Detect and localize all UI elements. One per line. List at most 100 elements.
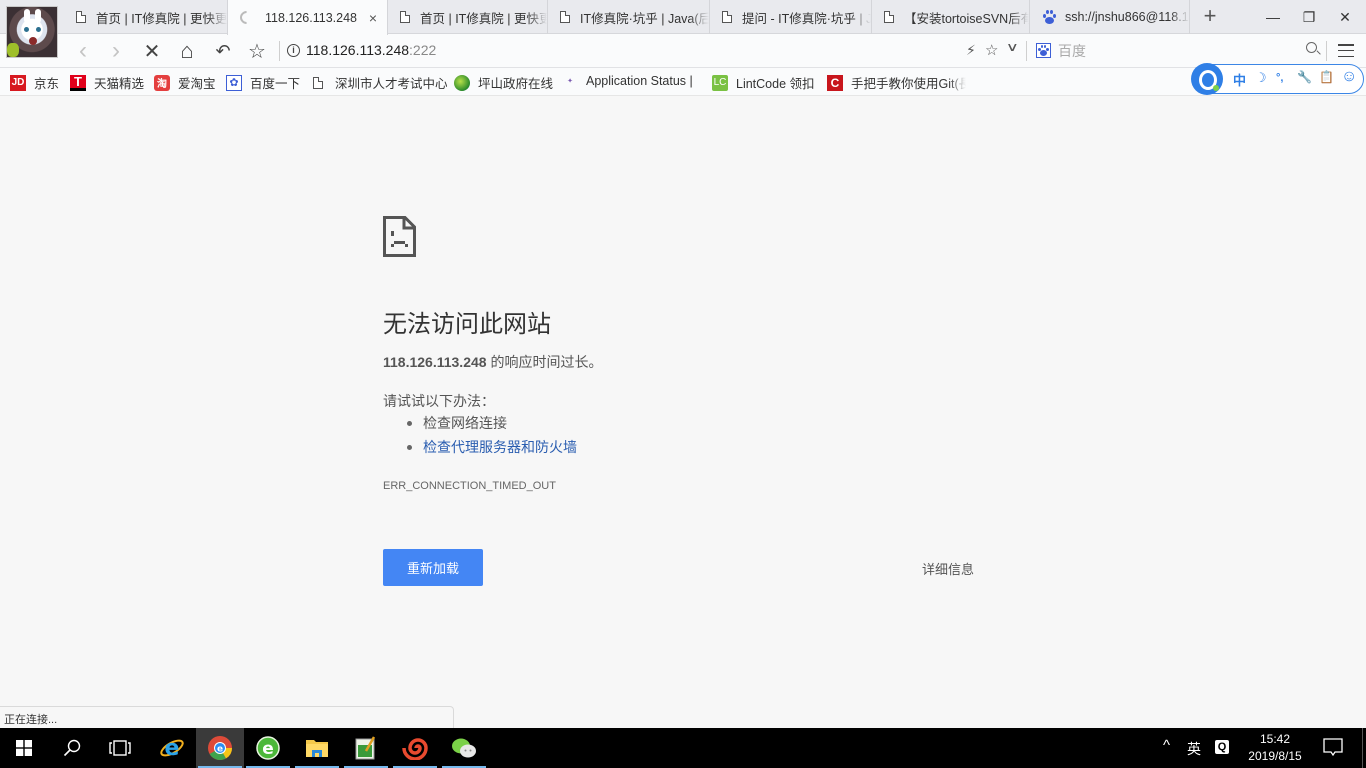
url-port: :222 (409, 42, 437, 58)
bookmark-item[interactable]: C 手把手教你使用Git(長 (827, 73, 966, 92)
tab[interactable]: 【安装tortoiseSVN后有 (872, 0, 1030, 34)
ime-smiley-icon[interactable]: ☺ (1341, 68, 1357, 86)
tab[interactable]: 首页 | IT修真院 | 更快更 (388, 0, 548, 34)
home-button[interactable]: ⌂ (175, 38, 199, 63)
stop-button[interactable]: ✕ (140, 39, 164, 63)
bookmark-item[interactable]: 坪山政府在线 (454, 73, 553, 92)
task-view-button[interactable] (96, 728, 144, 768)
details-button[interactable]: 详细信息 (922, 559, 974, 578)
menu-icon[interactable] (1338, 44, 1354, 57)
tab[interactable]: 提问 - IT修真院·坑乎 | J (710, 0, 872, 34)
avatar-eye (36, 27, 41, 32)
bookmark-label: LintCode 领扣 (736, 77, 815, 91)
action-center-button[interactable] (1323, 738, 1343, 762)
bookmark-item[interactable]: 淘 爱淘宝 (154, 73, 216, 92)
bookmark-star-icon[interactable]: ☆ (985, 41, 998, 59)
baidu-paw-icon (1042, 10, 1056, 24)
search-input[interactable] (1058, 41, 1298, 61)
green-e-icon: e (256, 736, 280, 760)
notification-icon (1323, 738, 1343, 757)
undo-close-button[interactable]: ↶ (211, 39, 235, 63)
show-desktop-button[interactable] (1362, 728, 1363, 768)
tab[interactable]: IT修真院·坑乎 | Java(后 (548, 0, 710, 34)
search-icon[interactable] (1306, 42, 1321, 56)
chevron-down-icon[interactable]: ∨ (1006, 40, 1019, 54)
bookmark-item[interactable]: ✿ 百度一下 (226, 73, 300, 92)
user-avatar[interactable] (6, 6, 58, 58)
svg-text:e: e (217, 745, 223, 755)
bolt-icon[interactable]: ⚡ (966, 42, 976, 59)
folder-icon (306, 740, 328, 757)
page-icon (76, 11, 86, 23)
page-icon (560, 11, 570, 23)
lintcode-icon: LC (712, 74, 728, 91)
divider (1026, 41, 1027, 61)
start-button[interactable] (0, 728, 48, 768)
avatar-mouth (29, 37, 37, 45)
file-explorer-button[interactable] (293, 728, 341, 768)
search-icon (63, 739, 81, 757)
tab-title: 118.126.113.248 (265, 10, 357, 25)
windows-icon (16, 740, 32, 756)
tab-title: 首页 | IT修真院 | 更快更 (420, 11, 547, 26)
address-bar[interactable]: 118.126.113.248:222 (306, 42, 436, 58)
bookmark-label: Application Status | (586, 74, 693, 88)
tab-active[interactable]: 118.126.113.248 × (227, 0, 388, 35)
bookmark-item[interactable]: T 天猫精选 (70, 73, 144, 92)
bookmark-label: 坪山政府在线 (478, 77, 554, 91)
forward-button[interactable]: › (104, 37, 128, 64)
ime-logo-icon[interactable] (1191, 63, 1223, 95)
ie-button[interactable]: e (148, 728, 196, 768)
clock[interactable]: 15:42 2019/8/15 (1240, 731, 1310, 765)
bookmark-item[interactable]: LC LintCode 领扣 (712, 73, 815, 92)
bookmark-label: 天猫精选 (94, 77, 145, 91)
ime-wrench-icon[interactable]: 🔧 (1297, 70, 1312, 84)
tray-overflow-chevron-icon[interactable]: ^ (1163, 737, 1170, 754)
app-status-icon: ✦ (567, 78, 573, 85)
reload-button[interactable]: 重新加载 (383, 549, 483, 586)
ime-language-indicator[interactable]: 英 (1187, 739, 1201, 759)
page-icon (400, 11, 410, 23)
ime-moon-icon[interactable]: ☽ (1255, 70, 1267, 86)
page-icon (722, 11, 732, 23)
ime-toolbar[interactable]: 中 ☽ °, 🔧 📋 ☺ (1191, 63, 1364, 95)
tab-close-icon[interactable]: × (369, 10, 377, 26)
tab[interactable]: 首页 | IT修真院 | 更快更 (64, 0, 228, 34)
baidu-search-engine-icon[interactable] (1036, 43, 1051, 58)
notepad-icon (355, 736, 376, 760)
suggestion-link[interactable]: 检查代理服务器和防火墙 (407, 438, 577, 462)
jd-icon: JD (10, 74, 26, 91)
notepad-button[interactable] (342, 728, 390, 768)
tab-title: ssh://jnshu866@118.1 (1065, 10, 1189, 24)
search-button[interactable] (48, 728, 96, 768)
error-description: 118.126.113.248 的响应时间过长。 (383, 352, 602, 372)
page-icon (313, 76, 323, 89)
back-button[interactable]: ‹ (71, 37, 95, 64)
clock-time: 15:42 (1259, 732, 1291, 746)
info-icon[interactable]: i (287, 44, 300, 57)
bookmark-item[interactable]: 深圳市人才考试中心 (310, 73, 448, 92)
snail-app-button[interactable] (391, 728, 439, 768)
avatar-leaf (7, 43, 19, 57)
tab-strip: 首页 | IT修真院 | 更快更 118.126.113.248 × 首页 | … (0, 0, 1366, 58)
close-window-button[interactable]: ✕ (1322, 0, 1366, 34)
tmall-icon: T (70, 74, 86, 91)
ime-clipboard-icon[interactable]: 📋 (1319, 70, 1334, 84)
tab-title: 【安装tortoiseSVN后有 (904, 11, 1029, 26)
favorite-button[interactable]: ☆ (245, 39, 269, 63)
bookmark-label: 百度一下 (250, 77, 301, 91)
ime-tray-icon[interactable]: Q (1215, 740, 1229, 754)
ime-punctuation-icon[interactable]: °, (1276, 72, 1283, 84)
bookmark-item[interactable]: ✦ Application Status | (562, 73, 693, 89)
error-code: ERR_CONNECTION_TIMED_OUT (383, 480, 556, 492)
baidu-icon: ✿ (226, 74, 242, 91)
ime-chinese-toggle[interactable]: 中 (1233, 70, 1246, 89)
new-tab-button[interactable]: + (1200, 5, 1220, 27)
bookmark-label: 手把手教你使用Git(長 (851, 77, 966, 91)
green-browser-button[interactable]: e (244, 728, 292, 768)
snail-icon (402, 738, 428, 760)
bookmark-item[interactable]: JD 京东 (10, 73, 59, 92)
tab[interactable]: ssh://jnshu866@118.1 (1030, 0, 1190, 34)
wechat-button[interactable] (440, 728, 488, 768)
browser-button[interactable]: e (196, 728, 244, 768)
